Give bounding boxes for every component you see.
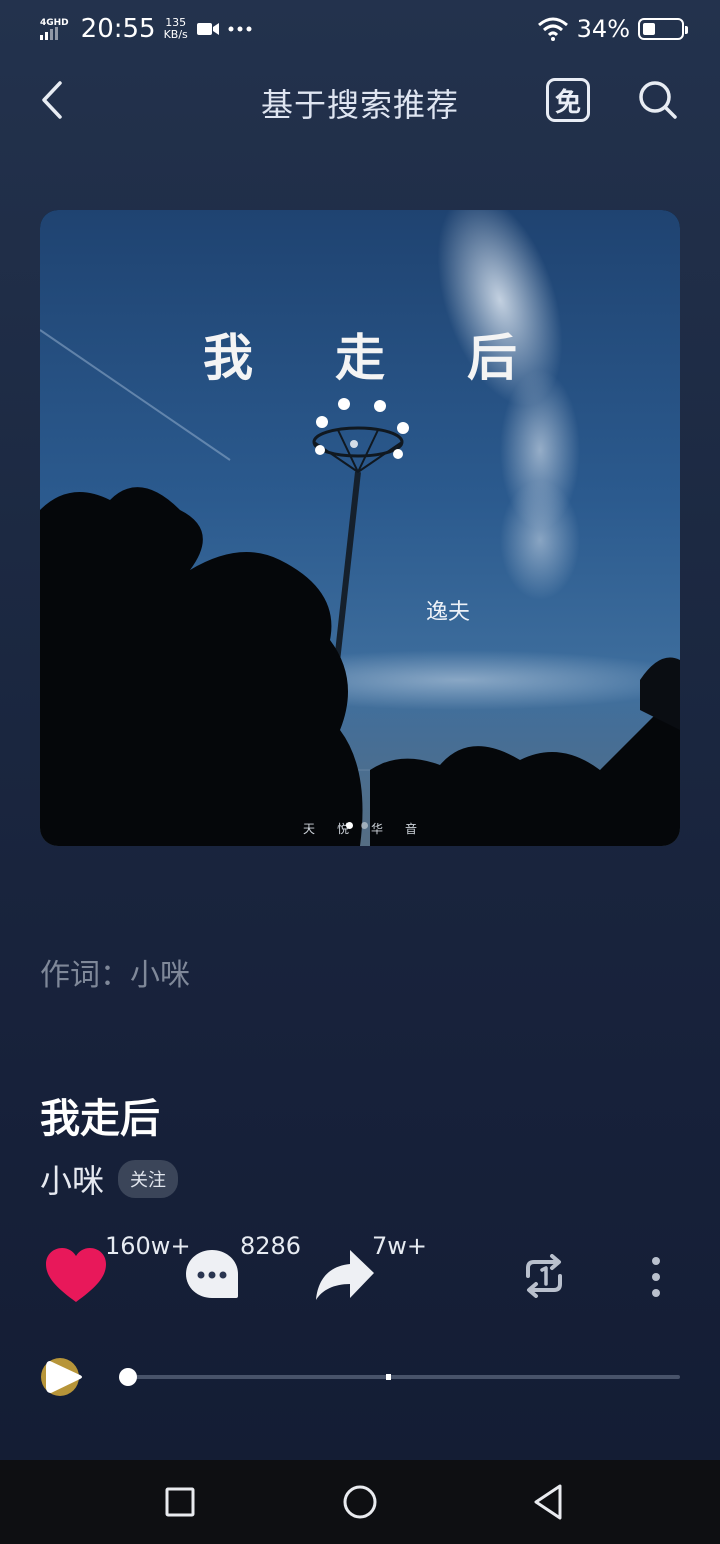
battery-percent: 34% — [576, 15, 630, 43]
clock: 20:55 — [80, 14, 156, 44]
heart-icon[interactable] — [44, 1246, 108, 1304]
share-count: 7w+ — [372, 1232, 428, 1260]
signal-icon — [40, 26, 58, 40]
progress-marker — [386, 1374, 391, 1380]
progress-track[interactable] — [119, 1368, 680, 1386]
video-camera-icon — [196, 23, 219, 35]
battery-level — [643, 23, 656, 35]
more-dots-icon — [228, 26, 252, 32]
repeat-icon[interactable] — [520, 1254, 568, 1298]
comment-count: 8286 — [240, 1232, 302, 1260]
status-right: 34% — [537, 15, 688, 43]
like-count: 160w+ — [105, 1232, 191, 1260]
page-dot — [361, 822, 368, 829]
free-mode-button[interactable]: 免 — [546, 78, 590, 122]
search-icon[interactable] — [636, 78, 680, 122]
comment-icon[interactable] — [184, 1248, 240, 1302]
top-bar: 基于搜索推荐 免 — [0, 62, 720, 138]
home-circle-icon[interactable] — [340, 1482, 380, 1522]
lyricist-line: 作词：小咪 — [40, 958, 190, 993]
network-speed: 135 KB/s — [164, 17, 188, 41]
back-triangle-icon[interactable] — [528, 1482, 568, 1522]
song-title: 我走后 — [40, 1096, 160, 1142]
speed-unit: KB/s — [163, 28, 188, 41]
share-icon[interactable] — [314, 1248, 376, 1302]
action-bar: 160w+ 8286 7w+ — [0, 1230, 720, 1320]
cover-artist-text: 逸夫 — [426, 600, 471, 625]
play-icon[interactable] — [40, 1355, 86, 1399]
page-title: 基于搜索推荐 — [260, 86, 459, 124]
artist-row: 小咪 关注 — [40, 1156, 179, 1202]
battery-icon — [638, 18, 688, 40]
progress-thumb[interactable] — [119, 1368, 137, 1386]
cover-artwork — [40, 210, 680, 846]
cover-page-indicator — [346, 822, 368, 829]
system-nav-bar — [0, 1460, 720, 1544]
page-dot-active — [346, 822, 353, 829]
player-bar — [0, 1350, 720, 1404]
recents-square-icon[interactable] — [160, 1482, 200, 1522]
follow-button[interactable]: 关注 — [118, 1160, 179, 1198]
cover-title-text: 我走后 — [203, 328, 599, 387]
status-left: 4GHD 20:55 135 KB/s — [40, 14, 252, 44]
network-indicator: 4GHD — [40, 18, 69, 40]
status-bar: 4GHD 20:55 135 KB/s 34% — [0, 0, 720, 58]
artist-name[interactable]: 小咪 — [40, 1156, 104, 1202]
more-vertical-icon[interactable] — [646, 1256, 666, 1298]
wifi-icon — [537, 17, 568, 41]
album-cover[interactable]: 我走后 逸夫 天悦华音 — [40, 210, 680, 846]
